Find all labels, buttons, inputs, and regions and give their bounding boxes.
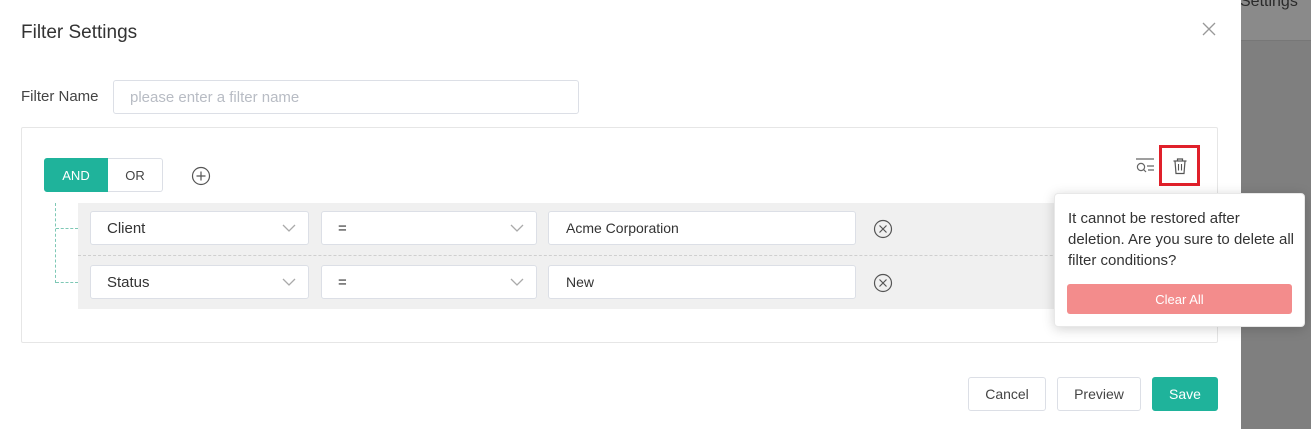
tree-branch <box>56 282 78 283</box>
popover-message: It cannot be restored after deletion. Ar… <box>1068 210 1294 269</box>
background-settings-text: Settings <box>1240 0 1298 10</box>
tree-branch <box>56 228 78 229</box>
chevron-down-icon <box>282 278 296 286</box>
cancel-button[interactable]: Cancel <box>968 377 1046 411</box>
preview-button[interactable]: Preview <box>1057 377 1141 411</box>
save-button[interactable]: Save <box>1152 377 1218 411</box>
filter-name-label: Filter Name <box>21 88 99 105</box>
x-circle-icon[interactable] <box>873 219 893 239</box>
operator-select-value: = <box>338 273 347 291</box>
or-button[interactable]: OR <box>108 158 163 192</box>
chevron-down-icon <box>282 224 296 232</box>
field-select-value: Client <box>107 219 146 237</box>
close-icon[interactable] <box>1200 20 1218 38</box>
value-input[interactable] <box>548 265 856 299</box>
field-select[interactable]: Status <box>90 265 309 299</box>
x-circle-icon[interactable] <box>873 273 893 293</box>
tree-connector <box>55 203 56 283</box>
field-select-value: Status <box>107 273 150 291</box>
logic-toggle: AND OR <box>44 158 163 192</box>
filter-search-icon[interactable] <box>1134 156 1156 176</box>
row-divider <box>78 255 1218 256</box>
chevron-down-icon <box>510 278 524 286</box>
value-input[interactable] <box>548 211 856 245</box>
chevron-down-icon <box>510 224 524 232</box>
delete-all-button[interactable] <box>1159 145 1200 186</box>
and-button[interactable]: AND <box>44 158 108 192</box>
clear-all-button[interactable]: Clear All <box>1067 284 1292 314</box>
operator-select[interactable]: = <box>321 265 537 299</box>
field-select[interactable]: Client <box>90 211 309 245</box>
dialog-title: Filter Settings <box>21 22 138 43</box>
operator-select-value: = <box>338 219 347 237</box>
operator-select[interactable]: = <box>321 211 537 245</box>
plus-circle-icon[interactable] <box>191 166 211 186</box>
delete-confirm-popover: It cannot be restored after deletion. Ar… <box>1054 193 1305 327</box>
filter-name-input[interactable] <box>113 80 579 114</box>
trash-icon <box>1173 157 1186 174</box>
